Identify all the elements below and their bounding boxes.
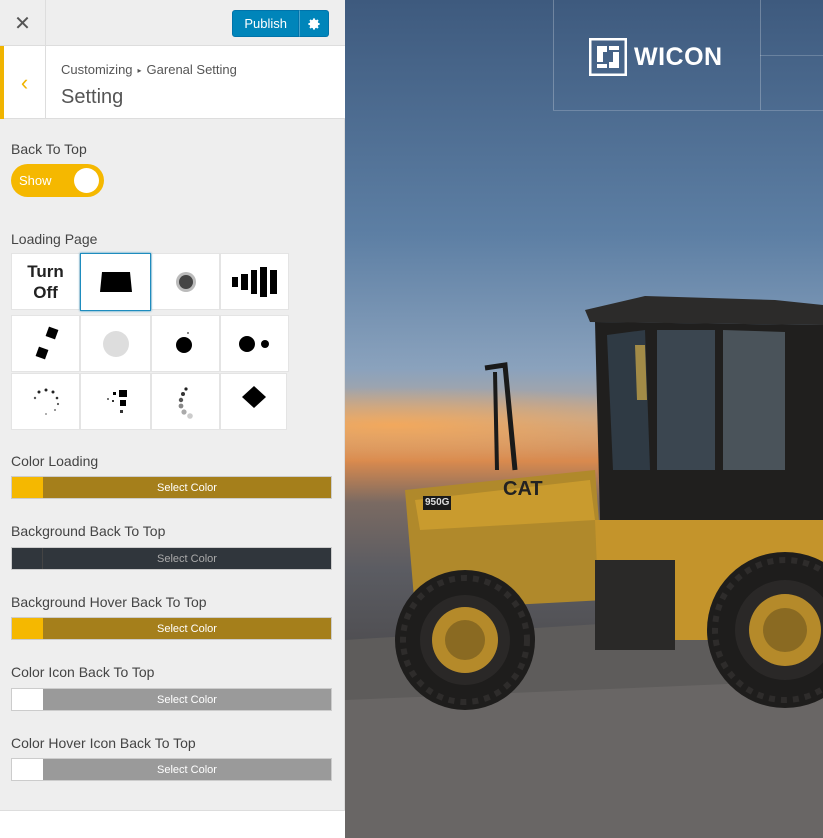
color-label-2: Background Hover Back To Top <box>11 594 207 610</box>
orbit-dot-icon <box>175 331 192 353</box>
color-swatch <box>12 548 43 569</box>
dotted-circle-icon <box>33 388 59 415</box>
loading-option-arc-dots[interactable] <box>151 373 220 430</box>
rotating-squares-icon <box>35 326 58 359</box>
color-label-0: Color Loading <box>11 453 99 469</box>
wheel-loader-image <box>345 296 823 838</box>
color-swatch <box>12 689 43 710</box>
customizer-panel: ✕ Publish ‹ Customizing ▸ Garenal Setting … <box>0 0 345 838</box>
close-icon: ✕ <box>14 12 31 35</box>
loading-option-turn-off[interactable]: Turn Off <box>11 253 80 310</box>
loading-option-pulse[interactable] <box>80 315 151 372</box>
pulse-circle-icon <box>102 330 129 357</box>
background-hover-back-to-top-picker[interactable]: Select Color <box>11 617 332 640</box>
back-to-top-toggle[interactable]: Show <box>11 164 104 197</box>
chevron-left-icon: ‹ <box>20 69 29 95</box>
loading-option-ring[interactable] <box>151 253 220 310</box>
breadcrumb-arrow-icon: ▸ <box>137 66 142 75</box>
vehicle-brand: CAT <box>503 478 543 500</box>
close-button[interactable]: ✕ <box>0 0 46 46</box>
vehicle-badge: 950G <box>425 497 450 508</box>
select-color-button[interactable]: Select Color <box>43 548 331 569</box>
breadcrumb: Customizing ▸ Garenal Setting <box>61 62 237 77</box>
loading-option-scatter[interactable] <box>80 373 151 430</box>
turn-off-line1: Turn <box>27 261 64 281</box>
trapezoid-spinner-icon <box>99 272 132 292</box>
publish-group: Publish <box>232 10 329 37</box>
color-swatch <box>12 477 43 498</box>
loading-option-trapezoid[interactable] <box>80 253 151 311</box>
color-label-1: Background Back To Top <box>11 523 166 539</box>
customizer-header: ✕ Publish <box>0 0 345 46</box>
page-title: Setting <box>61 86 124 108</box>
color-loading-picker[interactable]: Select Color <box>11 476 332 499</box>
toggle-knob <box>74 168 99 193</box>
select-color-button[interactable]: Select Color <box>43 689 331 710</box>
ring-spinner-icon <box>175 271 196 292</box>
publish-settings-button[interactable] <box>299 10 329 37</box>
select-color-button[interactable]: Select Color <box>43 759 331 780</box>
color-icon-back-to-top-picker[interactable]: Select Color <box>11 688 332 711</box>
back-button[interactable]: ‹ <box>0 46 46 119</box>
loading-option-dotted-circle[interactable] <box>11 373 80 430</box>
color-label-3: Color Icon Back To Top <box>11 664 155 680</box>
toggle-state-text: Show <box>19 173 52 188</box>
site-preview[interactable]: WICON 950G CAT <box>345 0 823 838</box>
loading-option-diamond[interactable] <box>220 373 287 430</box>
color-hover-icon-back-to-top-picker[interactable]: Select Color <box>11 758 332 781</box>
select-color-button[interactable]: Select Color <box>43 477 331 498</box>
loading-option-bars[interactable] <box>220 253 289 310</box>
turn-off-line2: Off <box>33 282 58 302</box>
two-dots-icon <box>238 335 269 352</box>
loading-option-squares[interactable] <box>11 315 80 372</box>
background-back-to-top-picker[interactable]: Select Color <box>11 547 332 570</box>
loading-option-two-dots[interactable] <box>220 315 289 372</box>
scatter-squares-icon <box>106 389 127 413</box>
diamond-icon <box>241 385 266 408</box>
color-swatch <box>12 618 43 639</box>
breadcrumb-current: Garenal Setting <box>146 62 237 77</box>
loading-page-label: Loading Page <box>11 231 98 247</box>
arc-dots-icon <box>178 386 193 419</box>
color-swatch <box>12 759 43 780</box>
back-to-top-label: Back To Top <box>11 141 87 157</box>
select-color-button[interactable]: Select Color <box>43 618 331 639</box>
bars-spinner-icon <box>231 266 277 297</box>
section-header: ‹ Customizing ▸ Garenal Setting Setting <box>0 46 345 119</box>
loading-option-dot[interactable] <box>151 315 220 372</box>
panel-footer <box>0 811 345 838</box>
publish-button[interactable]: Publish <box>232 10 299 37</box>
breadcrumb-parent: Customizing <box>61 62 133 77</box>
gear-icon <box>308 17 320 30</box>
color-label-4: Color Hover Icon Back To Top <box>11 735 196 751</box>
